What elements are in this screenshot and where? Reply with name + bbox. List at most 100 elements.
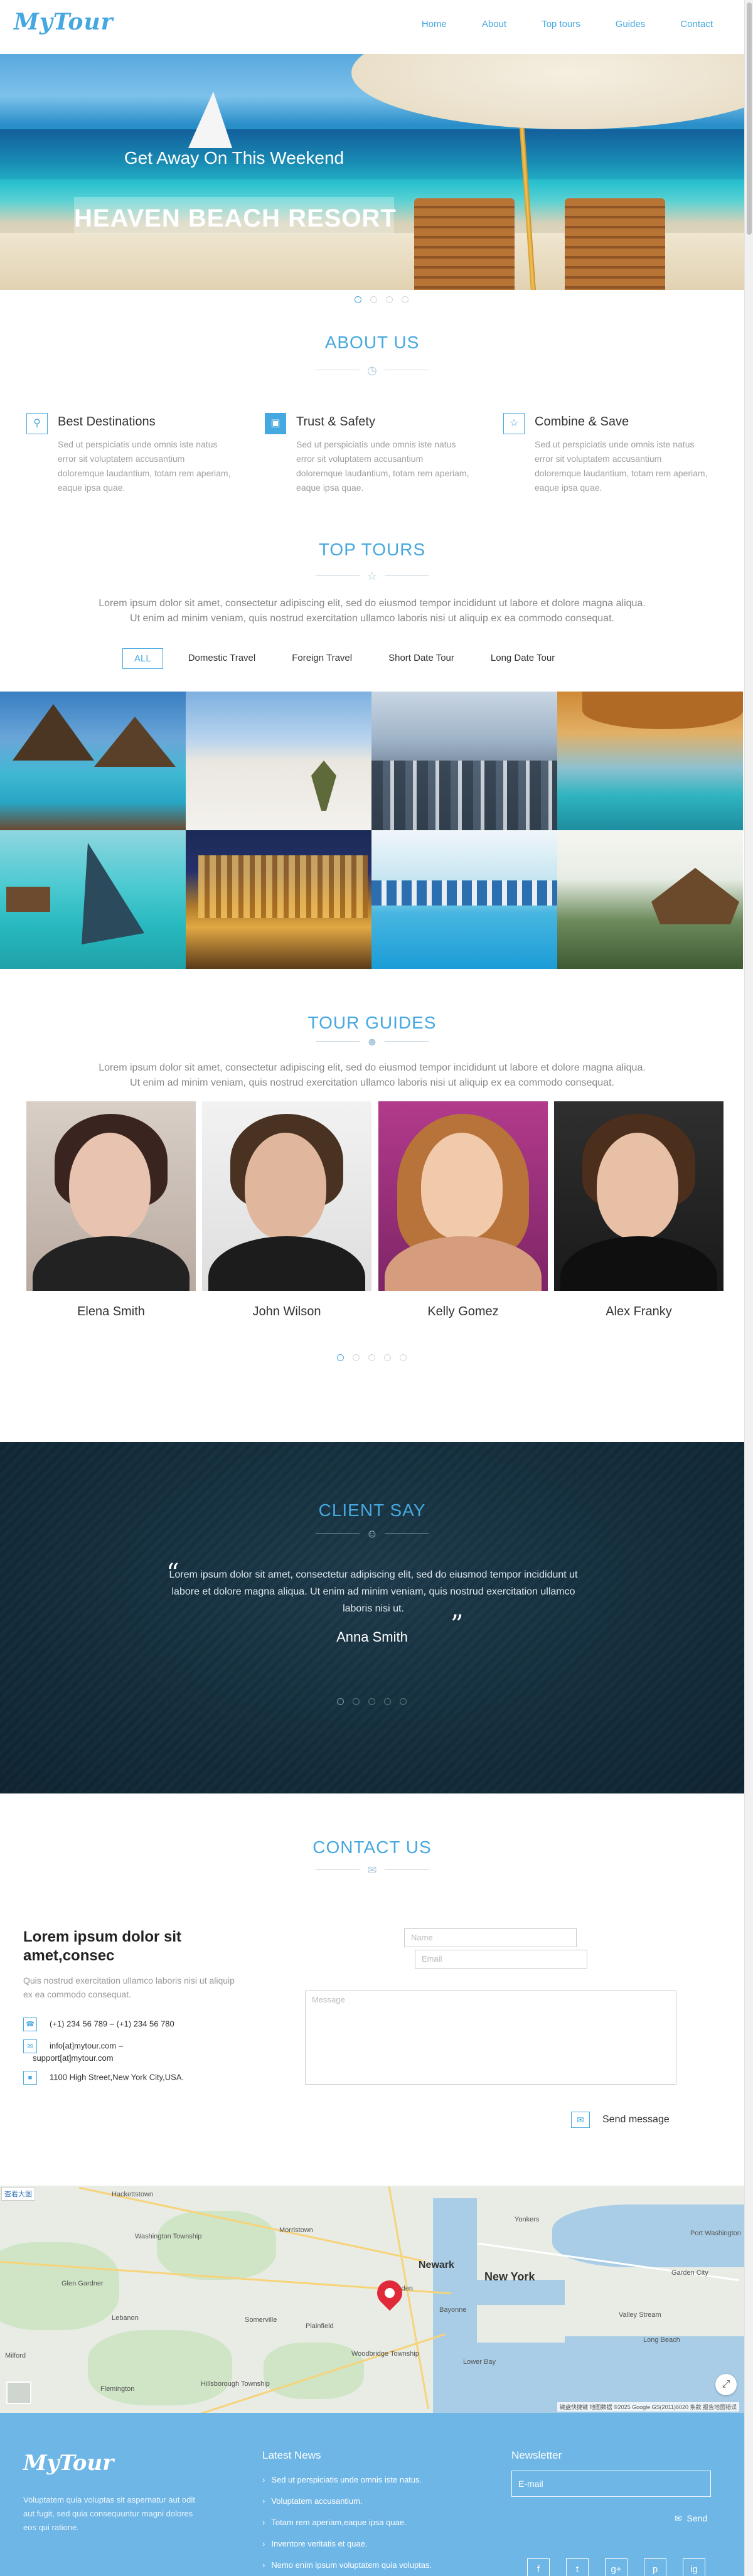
hero-sailboat [188, 92, 232, 148]
news-item[interactable]: Totam rem aperiam,eaque ipsa quae. [262, 2512, 469, 2533]
tour-tile[interactable] [186, 830, 371, 969]
facebook-icon[interactable]: f [527, 2558, 550, 2576]
contact-email-2: support[at]mytour.com [33, 2053, 114, 2063]
news-title: Latest News [262, 2449, 321, 2461]
news-item[interactable]: Voluptatem accusantium. [262, 2491, 469, 2512]
name-input[interactable]: Name [404, 1928, 577, 1947]
news-item[interactable]: Inventore veritatis et quae. [262, 2533, 469, 2555]
news-item[interactable]: Nemo enim ipsum voluptatem quia voluptas… [262, 2555, 469, 2576]
site-logo[interactable]: MyTour [14, 9, 114, 35]
contact-divider: ✉ [316, 1864, 429, 1876]
guides-title: TOUR GUIDES [307, 1013, 437, 1032]
filter-short[interactable]: Short Date Tour [377, 648, 466, 669]
page-scrollbar[interactable] [744, 0, 753, 2576]
mail-icon: ✉ [675, 2513, 682, 2523]
map-type-thumbnail[interactable] [6, 2381, 31, 2404]
main-nav: Home About Top tours Guides Contact [387, 19, 713, 29]
client-dot[interactable] [337, 1698, 344, 1705]
hero-dot[interactable] [370, 296, 377, 303]
google-plus-icon[interactable]: g+ [605, 2558, 628, 2576]
newsletter-send-label: Send [686, 2513, 708, 2523]
send-message-button[interactable]: ✉ Send message [571, 2112, 670, 2128]
tour-tile[interactable] [0, 830, 186, 969]
filter-foreign[interactable]: Foreign Travel [280, 648, 363, 669]
newsletter-send-button[interactable]: ✉ Send [675, 2513, 707, 2524]
client-dot[interactable] [353, 1698, 360, 1705]
map-place: Bayonne [439, 2306, 467, 2314]
mail-icon: ✉ [367, 1864, 377, 1876]
tour-tile[interactable] [186, 692, 371, 830]
message-textarea[interactable]: Message [305, 1991, 676, 2085]
client-dot[interactable] [368, 1698, 375, 1705]
map[interactable]: 查看大图 Newark New York Hackettstown Morris… [0, 2186, 744, 2413]
pinterest-icon[interactable]: p [644, 2558, 666, 2576]
instagram-icon[interactable]: ig [683, 2558, 705, 2576]
nav-home[interactable]: Home [422, 19, 447, 29]
hero-umbrella [351, 54, 744, 129]
user-icon: ☻ [366, 1035, 378, 1048]
hero-dot[interactable] [402, 296, 409, 303]
contact-address-text: 1100 High Street,New York City,USA. [50, 2072, 184, 2082]
map-place: Garden City [671, 2269, 708, 2277]
filter-all[interactable]: ALL [122, 648, 163, 669]
newsletter-email-input[interactable]: E-mail [511, 2471, 711, 2497]
star-icon: ☆ [503, 413, 525, 434]
fullscreen-icon[interactable]: ⤢ [715, 2374, 737, 2395]
page: MyTour Home About Top tours Guides Conta… [0, 0, 744, 2576]
guides-dot[interactable] [400, 1354, 407, 1361]
hero-chair [414, 198, 515, 290]
feature-title: Best Destinations [58, 415, 156, 429]
site-header: MyTour Home About Top tours Guides Conta… [0, 0, 744, 54]
feature-text: Sed ut perspiciatis unde omnis iste natu… [535, 439, 708, 493]
filter-long[interactable]: Long Date Tour [479, 648, 566, 669]
tour-tile[interactable] [371, 692, 557, 830]
social-links: f t g+ p ig [527, 2558, 722, 2576]
hero-dot[interactable] [355, 296, 361, 303]
map-view-larger[interactable]: 查看大图 [1, 2187, 35, 2201]
guides-divider: ☻ [316, 1035, 429, 1048]
nav-about[interactable]: About [482, 19, 506, 29]
email-input[interactable]: Email [415, 1950, 587, 1969]
guide-photo [378, 1101, 548, 1291]
smile-icon: ☺ [366, 1527, 378, 1540]
hero-slider [0, 54, 744, 290]
map-place: Plainfield [306, 2322, 334, 2330]
guides-dot[interactable] [337, 1354, 344, 1361]
guides-lead-2: Ut enim ad minim veniam, quis nostrud ex… [130, 1077, 614, 1088]
tour-tile[interactable] [557, 830, 743, 969]
news-item[interactable]: Sed ut perspiciatis unde omnis iste natu… [262, 2469, 469, 2491]
site-footer: MyTour Voluptatem quia voluptas sit aspe… [0, 2413, 744, 2576]
tour-tile[interactable] [0, 692, 186, 830]
scrollbar-thumb[interactable] [747, 3, 752, 235]
hero-pagination [350, 296, 413, 303]
footer-logo[interactable]: MyTour [23, 2450, 114, 2476]
nav-guides[interactable]: Guides [616, 19, 646, 29]
client-dot[interactable] [400, 1698, 407, 1705]
map-place: Hackettstown [112, 2191, 154, 2198]
nav-top-tours[interactable]: Top tours [542, 19, 580, 29]
twitter-icon[interactable]: t [566, 2558, 589, 2576]
contact-phone: ☎ (+1) 234 56 789 – (+1) 234 56 780 [23, 2018, 174, 2031]
client-dot[interactable] [384, 1698, 391, 1705]
tour-tile[interactable] [557, 692, 743, 830]
map-pin-icon: ⚲ [26, 413, 48, 434]
star-icon: ☆ [366, 570, 378, 582]
map-place: Hillsborough Township [201, 2380, 270, 2388]
guides-dot[interactable] [384, 1354, 391, 1361]
guides-dot[interactable] [353, 1354, 360, 1361]
filter-domestic[interactable]: Domestic Travel [177, 648, 267, 669]
guide-photo [202, 1101, 371, 1291]
map-city: New York [484, 2270, 535, 2283]
nav-contact[interactable]: Contact [680, 19, 713, 29]
map-place: Flemington [100, 2385, 135, 2393]
hero-dot[interactable] [386, 296, 393, 303]
guide-name: Elena Smith [77, 1305, 145, 1318]
map-place: Lebanon [112, 2314, 139, 2322]
clock-icon: ◷ [367, 364, 377, 377]
guide-name: Alex Franky [606, 1305, 672, 1318]
feature-text: Sed ut perspiciatis unde omnis iste natu… [58, 439, 231, 493]
feature-title: Trust & Safety [296, 415, 375, 429]
tour-tile[interactable] [371, 830, 557, 969]
guides-dot[interactable] [368, 1354, 375, 1361]
map-place: Washington Township [135, 2233, 202, 2240]
